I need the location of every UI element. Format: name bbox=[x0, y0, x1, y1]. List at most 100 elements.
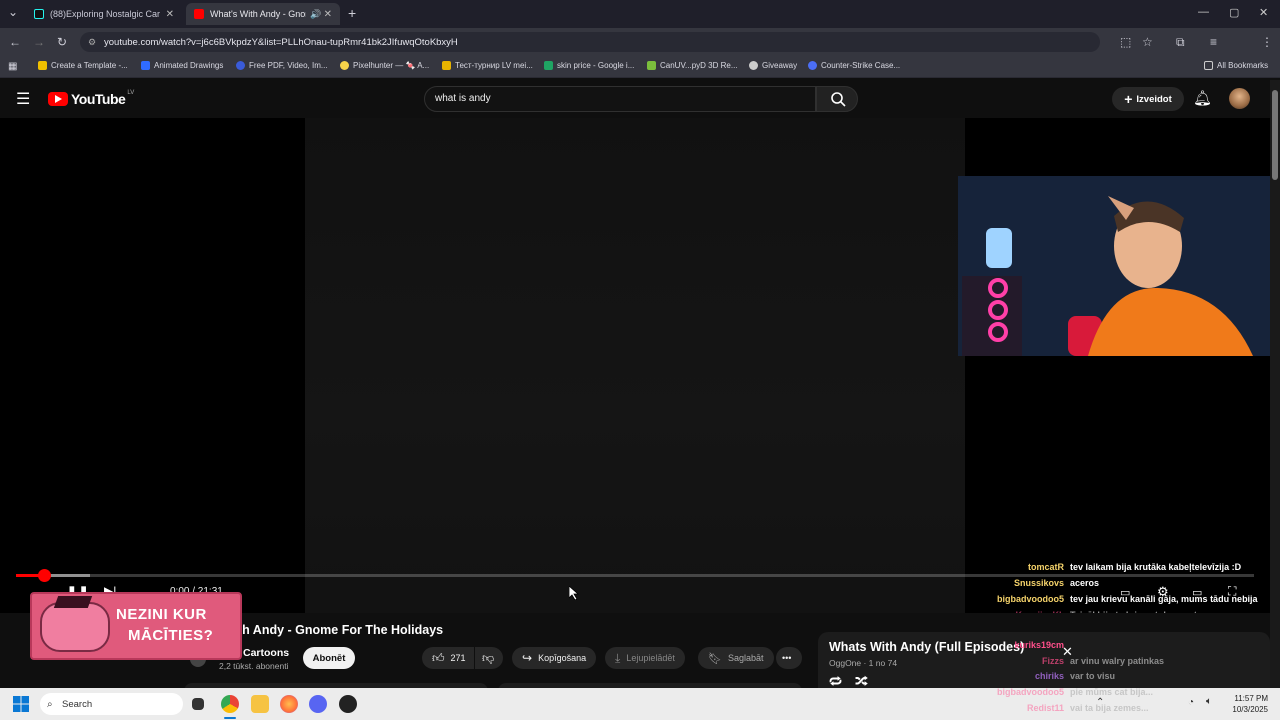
bookmark-item[interactable]: skin price - Google i... bbox=[544, 61, 634, 70]
subscribe-button[interactable]: Abonēt bbox=[303, 647, 355, 669]
subtitles-icon[interactable]: ▭ bbox=[1120, 586, 1130, 599]
chat-line: Fizzs ar vinu walry patinkas bbox=[960, 656, 1164, 666]
more-actions-button[interactable]: ••• bbox=[776, 647, 802, 669]
all-bookmarks-button[interactable]: All Bookmarks bbox=[1204, 61, 1268, 70]
bookmark-item[interactable]: Create a Template -... bbox=[38, 61, 128, 70]
bookmark-icon bbox=[340, 61, 349, 70]
theater-mode-icon[interactable]: ▭ bbox=[1192, 586, 1202, 599]
chat-line: chiriks var to visu bbox=[960, 671, 1115, 681]
region-code: LV bbox=[127, 90, 135, 96]
taskbar-search[interactable]: ⌕ Search bbox=[40, 693, 183, 715]
chat-line: Redist11 vai ta bija zemes... bbox=[960, 703, 1149, 713]
youtube-header: ☰ YouTube LV what is andy + Izveidot 🔔︎ bbox=[0, 80, 1270, 118]
bookmark-item[interactable]: CanUV...pyD 3D Re... bbox=[647, 61, 738, 70]
dislike-button[interactable]: 👎︎ bbox=[475, 647, 503, 669]
bookmark-item[interactable]: Animated Drawings bbox=[141, 61, 223, 70]
obs-icon[interactable] bbox=[339, 695, 357, 713]
scrubber-handle[interactable] bbox=[37, 569, 51, 582]
file-explorer-icon[interactable] bbox=[251, 695, 269, 713]
save-button[interactable]: 🔖︎ Saglabāt bbox=[698, 647, 774, 669]
bookmark-icon: 🔖︎ bbox=[708, 652, 722, 665]
extensions-icon[interactable]: ⧉ bbox=[1176, 35, 1185, 50]
chrome-icon[interactable] bbox=[221, 695, 239, 713]
tab-search-icon[interactable]: ⌄ bbox=[8, 5, 18, 19]
minimize-icon[interactable]: — bbox=[1198, 6, 1209, 18]
hamburger-menu-icon[interactable]: ☰ bbox=[16, 89, 30, 109]
search-button[interactable] bbox=[816, 86, 858, 112]
bookmark-item[interactable]: Pixelhunter — 🍬 A... bbox=[340, 61, 429, 70]
youtube-icon bbox=[194, 9, 204, 19]
youtube-logo[interactable]: YouTube LV bbox=[48, 90, 135, 107]
tab-tiktok[interactable]: (88)Exploring Nostalgic Cartoons ✕ bbox=[26, 3, 182, 25]
page-scrollbar[interactable] bbox=[1270, 80, 1280, 688]
share-button[interactable]: ↪ Kopīgošana bbox=[512, 647, 597, 669]
plus-icon: + bbox=[1124, 91, 1133, 107]
video-player[interactable]: tomcatR tev laikam bija krutāka kabeļtele… bbox=[0, 118, 1270, 620]
maximize-icon[interactable]: ▢ bbox=[1229, 6, 1239, 19]
bookmark-item[interactable]: Free PDF, Video, Im... bbox=[236, 61, 328, 70]
create-button[interactable]: + Izveidot bbox=[1112, 87, 1184, 111]
back-icon[interactable]: ← bbox=[9, 35, 21, 49]
bookmark-label: Тест-турнир LV mei... bbox=[455, 61, 533, 70]
avatar[interactable] bbox=[1229, 88, 1250, 109]
bell-icon[interactable]: 🔔︎ bbox=[1193, 89, 1212, 107]
download-button[interactable]: ⤓ Lejupielādēt bbox=[605, 647, 685, 669]
bookmark-item[interactable]: Counter-Strike Case... bbox=[808, 61, 900, 70]
chat-line: Snussikovs aceros bbox=[960, 578, 1099, 588]
windows-start-icon[interactable] bbox=[13, 696, 29, 712]
fullscreen-icon[interactable]: ⛶ bbox=[1228, 584, 1236, 599]
wifi-icon[interactable]: ◔ bbox=[1188, 697, 1194, 708]
site-info-icon[interactable]: ⚙ bbox=[88, 37, 96, 48]
firefox-icon[interactable] bbox=[280, 695, 298, 713]
install-icon[interactable]: ⬚ bbox=[1120, 35, 1131, 49]
speaker-icon[interactable]: 🔊 bbox=[310, 9, 321, 20]
apps-icon[interactable]: ▦ bbox=[8, 61, 17, 72]
url-field[interactable]: ⚙ youtube.com/watch?v=j6c6BVkpdzY&list=P… bbox=[80, 32, 1100, 52]
chat-username: tomcatR bbox=[1027, 562, 1064, 572]
download-label: Lejupielādēt bbox=[626, 653, 675, 663]
playlist-meta: OggOne · 1 no 74 bbox=[829, 658, 898, 668]
bookmark-icon bbox=[808, 61, 817, 70]
reload-icon[interactable]: ↻ bbox=[57, 35, 67, 49]
close-window-icon[interactable]: ✕ bbox=[1259, 6, 1268, 19]
ad-banner[interactable]: NEZINI KUR MĀCĪTIES? bbox=[30, 592, 242, 660]
volume-icon[interactable]: 🔈︎ bbox=[1206, 696, 1212, 707]
like-button[interactable]: 👍︎ 271 bbox=[422, 647, 474, 669]
bookmark-label: Giveaway bbox=[762, 61, 798, 70]
forward-icon[interactable]: → bbox=[33, 35, 45, 49]
taskbar-clock[interactable]: 11:57 PM 10/3/2025 bbox=[1232, 693, 1268, 715]
chat-username: Redist11 bbox=[1026, 703, 1064, 713]
bookmark-icon bbox=[749, 61, 758, 70]
search-icon: ⌕ bbox=[47, 698, 53, 710]
webcam-image bbox=[958, 176, 1270, 356]
search-input[interactable]: what is andy bbox=[424, 86, 816, 112]
settings-icon[interactable]: ⚙ bbox=[1157, 584, 1169, 600]
bookmark-label: Animated Drawings bbox=[154, 61, 224, 70]
address-bar-row: ← → ↻ ⚙ youtube.com/watch?v=j6c6BVkpdzY&… bbox=[0, 28, 1280, 77]
channel-name[interactable]: Cartoons bbox=[243, 647, 289, 659]
scrollbar-thumb[interactable] bbox=[1272, 90, 1278, 180]
chat-message: ar vinu walry patinkas bbox=[1070, 656, 1165, 666]
star-icon[interactable]: ☆ bbox=[1142, 35, 1153, 49]
close-icon[interactable]: ✕ bbox=[166, 9, 174, 20]
bookmark-label: Create a Template -... bbox=[51, 61, 128, 70]
bookmark-item[interactable]: Тест-турнир LV mei... bbox=[442, 61, 533, 70]
thumbs-down-icon: 👎︎ bbox=[482, 650, 495, 665]
bookmark-item[interactable]: Giveaway bbox=[749, 61, 797, 70]
subscribe-label: Abonēt bbox=[312, 652, 346, 664]
taskbar-search-placeholder: Search bbox=[62, 698, 93, 710]
close-icon[interactable]: ✕ bbox=[324, 9, 332, 20]
discord-icon[interactable] bbox=[309, 695, 327, 713]
tab-youtube[interactable]: What's With Andy - Gnome 🔊 ✕ bbox=[186, 3, 340, 25]
share-icon: ↪ bbox=[522, 651, 533, 665]
youtube-logo-text: YouTube bbox=[71, 91, 126, 107]
task-view-icon[interactable] bbox=[192, 698, 204, 710]
menu-icon[interactable]: ⋮ bbox=[1261, 35, 1273, 49]
media-icon[interactable]: ≡ bbox=[1210, 35, 1217, 49]
progress-bar[interactable] bbox=[16, 574, 1254, 577]
new-tab-button[interactable]: + bbox=[348, 5, 356, 21]
bookmark-label: CanUV...pyD 3D Re... bbox=[660, 61, 738, 70]
chat-message: pie mūms cat bija... bbox=[1070, 687, 1154, 697]
subscriber-count: 2,2 tūkst. abonenti bbox=[219, 661, 289, 671]
chat-line: bigbadvoodoo5 pie mūms cat bija... bbox=[960, 687, 1153, 697]
